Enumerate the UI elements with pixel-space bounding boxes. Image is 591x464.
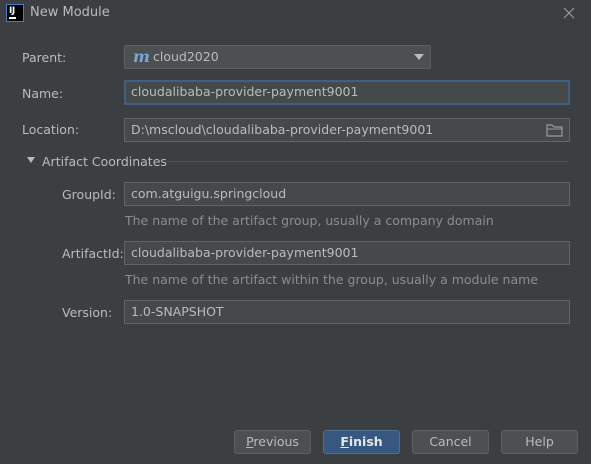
- version-label: Version:: [62, 305, 113, 320]
- section-divider: [166, 161, 569, 162]
- location-input[interactable]: D:\mscloud\cloudalibaba-provider-payment…: [124, 118, 570, 142]
- intellij-idea-icon: IJ: [6, 4, 24, 22]
- artifactid-input[interactable]: cloudalibaba-provider-payment9001: [124, 241, 570, 265]
- name-input[interactable]: cloudalibaba-provider-payment9001: [124, 80, 570, 105]
- previous-button[interactable]: Previous: [234, 430, 311, 454]
- version-input[interactable]: 1.0-SNAPSHOT: [124, 300, 570, 324]
- parent-label: Parent:: [22, 50, 67, 65]
- title-bar: IJ New Module: [0, 0, 591, 28]
- previous-label-rest: revious: [253, 434, 299, 449]
- folder-icon[interactable]: [545, 121, 565, 139]
- parent-value: cloud2020: [153, 49, 219, 64]
- finish-button[interactable]: Finish: [323, 430, 400, 454]
- finish-mnemonic: F: [340, 434, 349, 449]
- groupid-hint: The name of the artifact group, usually …: [125, 213, 494, 228]
- chevron-down-icon: [414, 54, 424, 60]
- artifactid-label: ArtifactId:: [62, 246, 124, 261]
- finish-label-rest: inish: [348, 434, 383, 449]
- groupid-input[interactable]: com.atguigu.springcloud: [124, 182, 570, 206]
- location-label: Location:: [22, 122, 80, 137]
- help-button[interactable]: Help: [501, 430, 578, 454]
- dialog-title: New Module: [30, 5, 110, 20]
- artifactid-hint: The name of the artifact within the grou…: [125, 272, 538, 287]
- artifact-section-title[interactable]: Artifact Coordinates: [42, 154, 167, 169]
- app-icon-text: IJ: [9, 6, 15, 16]
- groupid-label: GroupId:: [62, 187, 116, 202]
- close-icon[interactable]: [560, 4, 578, 22]
- triangle-down-icon[interactable]: [27, 157, 35, 163]
- parent-dropdown[interactable]: m cloud2020: [124, 45, 431, 69]
- cancel-button[interactable]: Cancel: [412, 430, 489, 454]
- maven-m-icon: m: [133, 47, 150, 66]
- name-label: Name:: [22, 86, 64, 101]
